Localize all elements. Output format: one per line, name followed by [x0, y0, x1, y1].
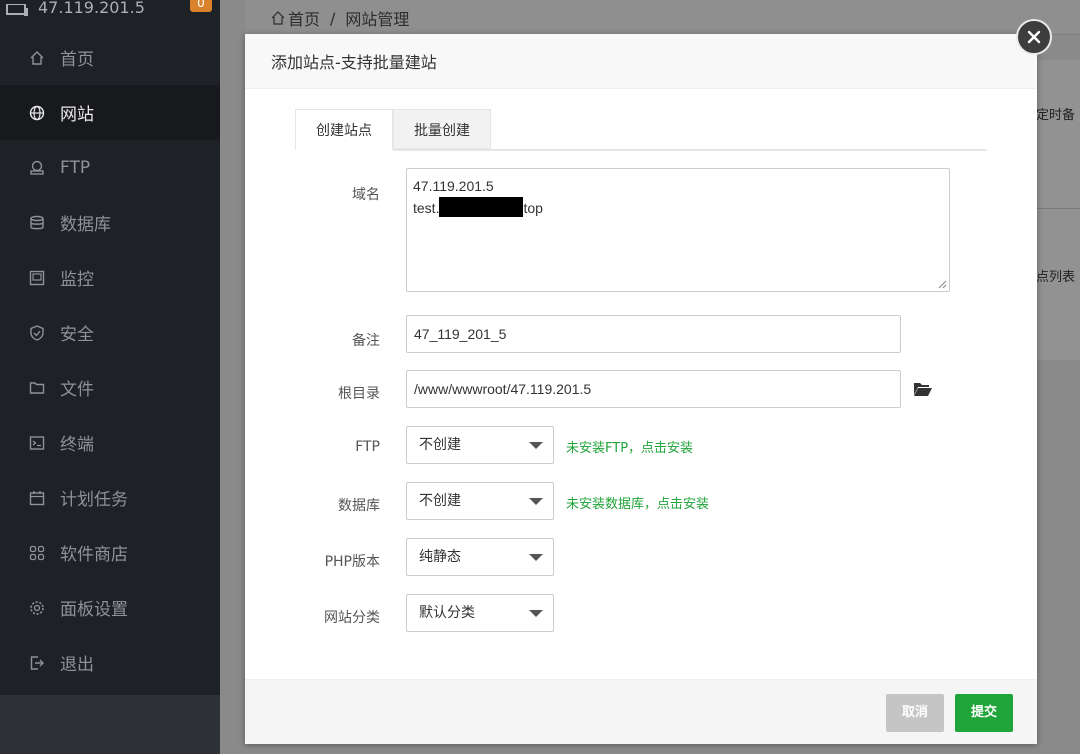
sidebar-item-website[interactable]: 网站	[0, 85, 220, 140]
database-label: 数据库	[338, 498, 380, 514]
database-select[interactable]: 不创建	[406, 482, 554, 520]
sidebar-item-monitor[interactable]: 监控	[0, 250, 220, 305]
root-dir-input[interactable]: /www/wwwroot/47.119.201.5	[406, 370, 901, 408]
notice-badge[interactable]: 0	[190, 0, 212, 12]
category-value: 默认分类	[419, 605, 475, 621]
domain-line-2-prefix: test.	[413, 200, 440, 216]
ftp-icon	[28, 159, 46, 177]
tab-create-site[interactable]: 创建站点	[295, 109, 393, 151]
folder-icon	[28, 379, 46, 397]
close-button[interactable]	[1016, 19, 1052, 55]
sidebar-item-home[interactable]: 首页	[0, 30, 220, 85]
folder-open-icon[interactable]	[913, 379, 933, 399]
cancel-button[interactable]: 取消	[886, 694, 944, 732]
chevron-down-icon	[529, 442, 543, 449]
chevron-down-icon	[529, 554, 543, 561]
home-icon	[28, 49, 46, 67]
install-ftp-link[interactable]: 未安装FTP，点击安装	[566, 437, 693, 456]
breadcrumb-current: 网站管理	[345, 10, 410, 29]
server-header: 47.119.201.5 0	[0, 0, 220, 30]
terminal-icon	[28, 434, 46, 452]
sidebar-item-label: 安全	[60, 325, 94, 345]
tab-batch-create[interactable]: 批量创建	[393, 109, 491, 149]
gear-icon	[28, 599, 46, 617]
logout-icon	[28, 654, 46, 672]
background-divider	[1036, 208, 1080, 209]
modal-footer: 取消 提交	[245, 679, 1037, 744]
breadcrumb: 首页 / 网站管理	[270, 6, 409, 30]
background-backup-text: 定时备	[1036, 108, 1076, 123]
sidebar-item-database[interactable]: 数据库	[0, 195, 220, 250]
breadcrumb-separator: /	[330, 8, 336, 28]
close-icon	[1027, 30, 1041, 44]
sidebar-item-label: 监控	[60, 270, 94, 290]
add-site-modal: 添加站点-支持批量建站 创建站点 批量创建 域名 47.119.201.5 te…	[245, 34, 1037, 744]
database-select-value: 不创建	[419, 493, 461, 509]
sidebar-item-terminal[interactable]: 终端	[0, 415, 220, 470]
database-icon	[28, 214, 46, 232]
domain-line-2-suffix: top	[523, 200, 543, 216]
sidebar-item-label: 终端	[60, 435, 94, 455]
ftp-select-value: 不创建	[419, 437, 461, 453]
sidebar-item-label: 计划任务	[60, 490, 128, 510]
calendar-icon	[28, 489, 46, 507]
apps-icon	[28, 544, 46, 562]
sidebar-item-label: 面板设置	[60, 600, 128, 620]
install-database-link[interactable]: 未安装数据库，点击安装	[566, 493, 709, 512]
category-select[interactable]: 默认分类	[406, 594, 554, 632]
domain-line-1: 47.119.201.5	[413, 178, 494, 194]
modal-header: 添加站点-支持批量建站	[245, 34, 1037, 89]
sidebar-item-label: 网站	[60, 105, 94, 125]
sidebar-item-label: 文件	[60, 380, 94, 400]
submit-button[interactable]: 提交	[955, 694, 1013, 732]
globe-icon	[28, 104, 46, 122]
sidebar-item-label: 退出	[60, 655, 94, 675]
sidebar-item-label: 数据库	[60, 215, 111, 235]
background-list-text: 点列表	[1036, 270, 1076, 285]
note-input[interactable]: 47_119_201_5	[406, 315, 901, 353]
sidebar-item-security[interactable]: 安全	[0, 305, 220, 360]
sidebar-item-logout[interactable]: 退出	[0, 635, 220, 690]
shield-icon	[28, 324, 46, 342]
root-dir-label: 根目录	[338, 386, 380, 402]
domain-textarea[interactable]: 47.119.201.5 test. top	[406, 168, 950, 292]
chevron-down-icon	[529, 498, 543, 505]
sidebar-item-store[interactable]: 软件商店	[0, 525, 220, 580]
ftp-label: FTP	[355, 439, 380, 455]
sidebar-item-label: 软件商店	[60, 545, 128, 565]
server-monitor-icon	[6, 1, 28, 16]
category-label: 网站分类	[324, 610, 380, 626]
sidebar-item-label: FTP	[60, 157, 91, 178]
sidebar-item-files[interactable]: 文件	[0, 360, 220, 415]
breadcrumb-home-icon	[270, 10, 286, 26]
ftp-select[interactable]: 不创建	[406, 426, 554, 464]
sidebar: 47.119.201.5 0 首页 网站 FTP 数据库 监控 安全 文件 终端…	[0, 0, 220, 754]
sidebar-item-label: 首页	[60, 50, 94, 70]
modal-title: 添加站点-支持批量建站	[271, 53, 437, 72]
server-ip: 47.119.201.5	[38, 0, 145, 17]
sidebar-item-ftp[interactable]: FTP	[0, 140, 220, 195]
domain-label: 域名	[352, 187, 380, 203]
tab-bar: 创建站点 批量创建	[295, 109, 987, 151]
sidebar-item-settings[interactable]: 面板设置	[0, 580, 220, 635]
resize-grip-icon[interactable]	[937, 279, 947, 289]
sidebar-footer	[0, 695, 220, 754]
chevron-down-icon	[529, 610, 543, 617]
monitor-icon	[28, 269, 46, 287]
redacted-block	[439, 197, 524, 217]
php-version-value: 纯静态	[419, 549, 461, 565]
php-version-label: PHP版本	[324, 554, 380, 570]
php-version-select[interactable]: 纯静态	[406, 538, 554, 576]
sidebar-item-cron[interactable]: 计划任务	[0, 470, 220, 525]
breadcrumb-home[interactable]: 首页	[288, 6, 320, 30]
note-label: 备注	[352, 333, 380, 349]
